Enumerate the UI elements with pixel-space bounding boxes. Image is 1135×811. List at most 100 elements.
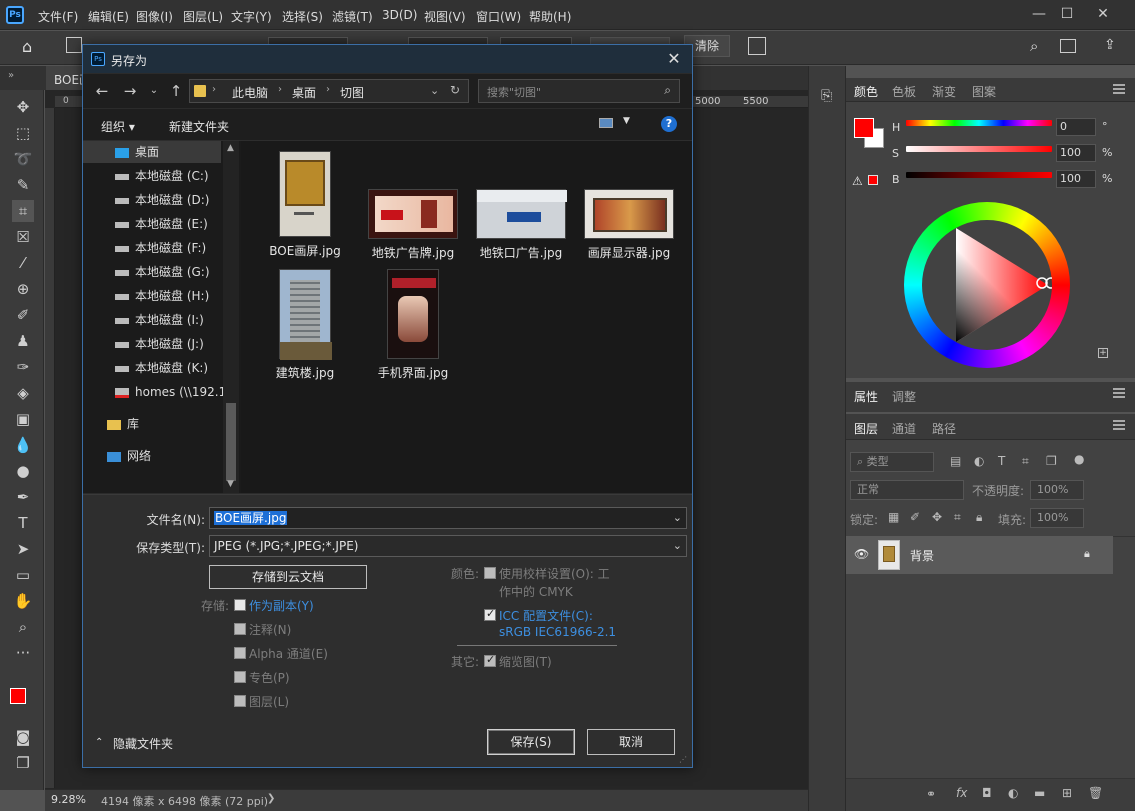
gamut-swatch[interactable] [868, 175, 878, 185]
menu-view[interactable]: 视图(V) [424, 8, 466, 25]
saturation-value[interactable]: 100 [1056, 144, 1096, 162]
chevron-up-icon[interactable]: ⌃ [95, 737, 103, 748]
sv-triangle[interactable] [922, 220, 1052, 350]
as-copy-checkbox[interactable] [234, 599, 246, 611]
brush-tool-icon[interactable]: ✐ [12, 304, 34, 326]
view-dropdown-icon[interactable]: ▼ [623, 116, 630, 126]
tab-patterns[interactable]: 图案 [972, 83, 996, 100]
minimize-button[interactable]: — [1024, 4, 1054, 24]
quick-mask-icon[interactable]: ◙ [12, 726, 34, 748]
menu-edit[interactable]: 编辑(E) [88, 8, 129, 25]
brightness-value[interactable]: 100 [1056, 170, 1096, 188]
search-input[interactable]: 搜索"切图" ⌕ [478, 79, 680, 103]
color-fg-swatch[interactable] [854, 118, 874, 138]
breadcrumb-folder[interactable]: 切图 [340, 84, 364, 101]
file-item[interactable]: 画屏显示器.jpg [579, 189, 679, 261]
blur-tool-icon[interactable]: 💧 [12, 434, 34, 456]
nav-item-drive-j[interactable]: 本地磁盘 (J:) [115, 333, 204, 355]
dodge-tool-icon[interactable]: ● [12, 460, 34, 482]
nav-item-desktop[interactable]: 桌面 [115, 141, 159, 163]
tab-adjustments[interactable]: 调整 [892, 388, 916, 405]
filter-type-icon[interactable]: T [998, 454, 1005, 468]
new-folder-button[interactable]: 新建文件夹 [169, 118, 229, 135]
dialog-close-button[interactable]: ✕ [664, 49, 684, 68]
nav-item-drive-f[interactable]: 本地磁盘 (F:) [115, 237, 206, 259]
address-box[interactable]: › 此电脑 › 桌面 › 切图 ⌄ ↻ [189, 79, 469, 103]
more-tools-icon[interactable]: ··· [12, 642, 34, 664]
gamut-warning-icon[interactable]: ⚠ [852, 174, 863, 188]
scroll-up-icon[interactable]: ▲ [227, 143, 234, 153]
screen-mode-icon[interactable]: ❐ [12, 752, 34, 774]
menu-image[interactable]: 图像(I) [136, 8, 173, 25]
panel-menu-icon[interactable] [1113, 388, 1125, 398]
nav-item-drive-c[interactable]: 本地磁盘 (C:) [115, 165, 209, 187]
nav-item-network[interactable]: 网络 [107, 445, 151, 467]
save-button[interactable]: 保存(S) [487, 729, 575, 755]
savetype-select[interactable]: JPEG (*.JPG;*.JPEG;*.JPE) ⌄ [209, 535, 687, 557]
maximize-button[interactable]: ☐ [1052, 4, 1082, 24]
lasso-tool-icon[interactable]: ➰ [12, 148, 34, 170]
alpha-checkbox[interactable] [234, 647, 246, 659]
saturation-slider[interactable] [906, 146, 1052, 152]
filter-shape-icon[interactable]: ⌗ [1022, 454, 1029, 469]
lock-image-icon[interactable]: ✐ [910, 510, 920, 524]
path-select-tool-icon[interactable]: ➤ [12, 538, 34, 560]
resize-grip-icon[interactable]: ⋰ [679, 755, 687, 764]
nav-item-drive-e[interactable]: 本地磁盘 (E:) [115, 213, 208, 235]
tab-color[interactable]: 颜色 [854, 83, 878, 100]
file-item[interactable]: 手机界面.jpg [363, 269, 463, 381]
link-icon[interactable]: ⚭ [926, 787, 936, 801]
menu-type[interactable]: 文字(Y) [231, 8, 272, 25]
menu-help[interactable]: 帮助(H) [529, 8, 571, 25]
thumbnail-checkbox[interactable] [484, 653, 496, 667]
address-dropdown-icon[interactable]: ⌄ [430, 84, 439, 97]
fill-field[interactable]: 100% [1030, 508, 1084, 528]
hue-value[interactable]: 0 [1056, 118, 1096, 136]
up-arrow-icon[interactable]: ↑ [167, 82, 185, 100]
nav-item-drive-d[interactable]: 本地磁盘 (D:) [115, 189, 209, 211]
panel-menu-icon[interactable] [1113, 84, 1125, 94]
tab-channels[interactable]: 通道 [892, 420, 916, 437]
scrollbar-thumb[interactable] [226, 403, 236, 481]
filter-adjustment-icon[interactable]: ◐ [974, 454, 984, 468]
adjustment-icon[interactable]: ◐ [1008, 786, 1018, 800]
menu-select[interactable]: 选择(S) [282, 8, 323, 25]
refresh-icon[interactable]: ↻ [450, 83, 460, 97]
menu-filter[interactable]: 滤镜(T) [332, 8, 373, 25]
help-button[interactable]: ? [661, 116, 677, 132]
pen-tool-icon[interactable]: ✒ [12, 486, 34, 508]
brightness-slider[interactable] [906, 172, 1052, 178]
shape-tool-icon[interactable]: ▭ [12, 564, 34, 586]
add-swatch-icon[interactable]: + [1098, 348, 1108, 358]
eye-icon[interactable]: 👁︎ [854, 547, 869, 561]
layers-checkbox[interactable] [234, 695, 246, 707]
foreground-color-swatch[interactable] [10, 688, 26, 704]
opacity-field[interactable]: 100% [1030, 480, 1084, 500]
file-item[interactable]: 地铁广告牌.jpg [363, 189, 463, 261]
panel-menu-icon[interactable] [1113, 420, 1125, 430]
cancel-button[interactable]: 取消 [587, 729, 675, 755]
chevron-down-icon[interactable]: ⌄ [673, 510, 682, 526]
share-icon[interactable]: ⇪ [1104, 37, 1116, 53]
zoom-level[interactable]: 9.28% [51, 793, 86, 806]
hand-tool-icon[interactable]: ✋ [12, 590, 34, 612]
proof-setup-checkbox[interactable] [484, 567, 496, 579]
scroll-down-icon[interactable]: ▼ [227, 479, 234, 489]
tab-paths[interactable]: 路径 [932, 420, 956, 437]
lock-position-icon[interactable]: ✥ [932, 510, 942, 524]
zoom-tool-icon[interactable]: ⌕ [12, 616, 34, 638]
layer-row[interactable]: 👁︎ 背景 🔒︎ [846, 536, 1113, 574]
breadcrumb-desktop[interactable]: 桌面 [292, 84, 316, 101]
back-arrow-icon[interactable]: ← [93, 82, 111, 100]
menu-file[interactable]: 文件(F) [38, 8, 78, 25]
breadcrumb-this-pc[interactable]: 此电脑 [232, 84, 268, 101]
new-layer-icon[interactable]: ⊞ [1062, 786, 1072, 800]
as-copy-label[interactable]: 作为副本(Y) [249, 597, 314, 614]
menu-3d[interactable]: 3D(D) [382, 8, 417, 22]
gradient-tool-icon[interactable]: ▣ [12, 408, 34, 430]
lock-artboard-icon[interactable]: ⌗ [954, 510, 961, 525]
crop-tool-icon[interactable] [66, 37, 82, 53]
search-icon[interactable]: ⌕ [1030, 37, 1038, 55]
fx-icon[interactable]: fx [956, 786, 967, 800]
tab-layers[interactable]: 图层 [854, 420, 878, 437]
